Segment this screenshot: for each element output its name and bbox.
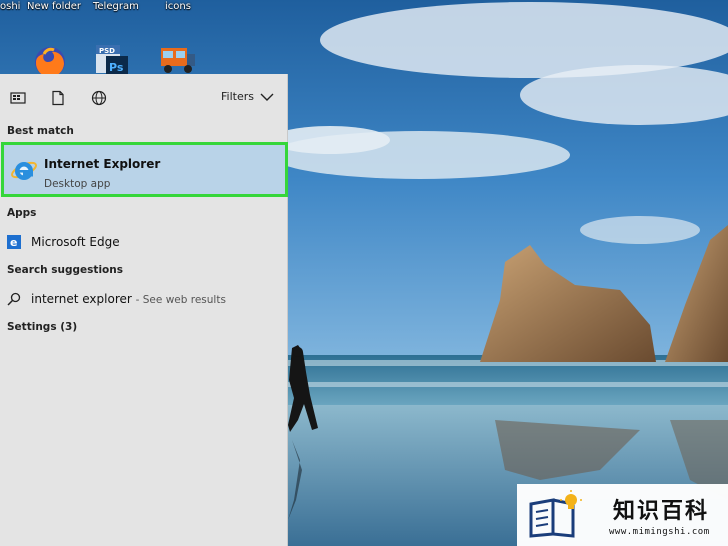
chevron-down-icon (260, 93, 274, 101)
book-lightbulb-logo (529, 490, 582, 538)
desktop-label-telegram[interactable]: Telegram (93, 1, 139, 12)
best-match-subtitle: Desktop app (44, 178, 111, 190)
truck-icon[interactable] (158, 42, 198, 78)
app-item-microsoft-edge[interactable]: e Microsoft Edge (0, 231, 287, 253)
watermark-url: www.mimingshi.com (609, 527, 710, 537)
best-match-internet-explorer[interactable]: Internet Explorer Desktop app (1, 142, 288, 197)
filters-label: Filters (221, 90, 254, 103)
search-suggestion-suffix: - See web results (135, 294, 226, 306)
best-match-heading: Best match (7, 125, 74, 137)
desktop-label-new-folder[interactable]: New folder (27, 1, 81, 12)
svg-text:e: e (10, 236, 17, 249)
search-toolbar: Filters (0, 74, 288, 122)
document-icon[interactable] (50, 90, 66, 106)
svg-text:Ps: Ps (109, 61, 124, 74)
search-suggestion-query: internet explorer (31, 292, 132, 306)
settings-heading[interactable]: Settings (3) (7, 321, 77, 333)
edge-icon: e (7, 235, 21, 249)
watermark: 知识百科 www.mimingshi.com (517, 484, 728, 546)
desktop-label-icons[interactable]: icons (165, 1, 191, 12)
search-suggestion-item[interactable]: internet explorer - See web results (0, 288, 287, 310)
apps-view-icon[interactable] (10, 90, 26, 106)
internet-explorer-icon (11, 161, 37, 180)
globe-icon[interactable] (91, 90, 107, 106)
best-match-title: Internet Explorer (44, 157, 161, 171)
search-suggestions-heading: Search suggestions (7, 264, 123, 276)
photoshop-icon[interactable]: PSD Ps (94, 42, 134, 78)
search-suggestion-text: internet explorer - See web results (31, 292, 226, 306)
apps-heading: Apps (7, 207, 37, 219)
desktop-label-oshi[interactable]: oshi (0, 1, 20, 12)
app-item-label: Microsoft Edge (31, 235, 120, 249)
svg-text:PSD: PSD (99, 47, 115, 55)
watermark-title: 知识百科 (613, 499, 710, 524)
filters-button[interactable]: Filters (221, 90, 274, 103)
firefox-icon[interactable] (30, 42, 70, 78)
search-icon (7, 292, 21, 306)
